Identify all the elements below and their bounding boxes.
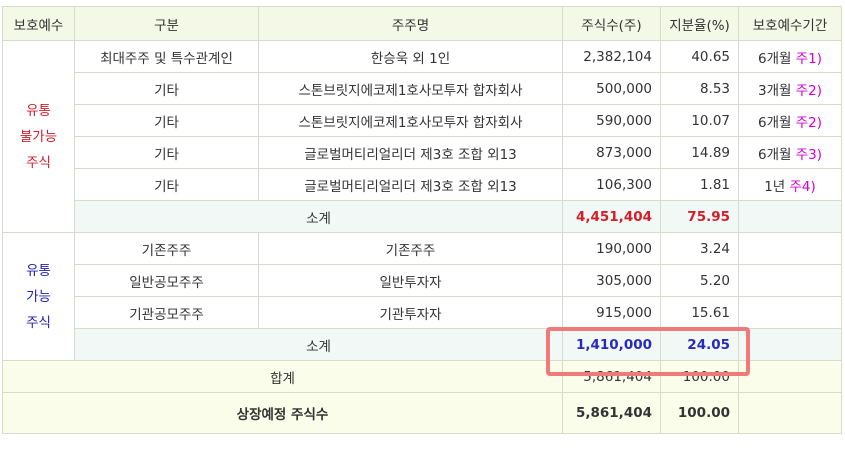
total-label: 합계 — [2, 360, 563, 393]
ratio-cell: 8.53 — [660, 72, 739, 105]
period-text: 1년 — [764, 178, 786, 195]
tradable-group-label: 유통 가능 주식 — [2, 232, 75, 361]
table-row: 기타 스톤브릿지에코제1호사모투자 합자회사 500,000 8.53 3개월 … — [3, 72, 842, 105]
table-row: 일반공모주주 일반투자자 305,000 5.20 — [3, 264, 842, 297]
header-category: 구분 — [74, 6, 259, 41]
table-row: 유통 불가능 주식 최대주주 및 특수관계인 한승욱 외 1인 2,382,10… — [2, 40, 842, 233]
category-cell: 기관공모주주 — [74, 296, 259, 329]
listed-label: 상장예정 주식수 — [2, 392, 563, 434]
period-cell: 6개월 주3) — [738, 136, 842, 169]
subtotal-label: 소계 — [74, 328, 563, 361]
header-holder: 주주명 — [258, 6, 563, 41]
category-cell: 기타 — [74, 72, 259, 105]
period-cell: 6개월 주2) — [738, 104, 842, 137]
period-cell: 3개월 주2) — [738, 72, 842, 105]
period-cell: 6개월 주1) — [738, 40, 842, 73]
category-cell: 기타 — [74, 104, 259, 137]
subtotal-period — [738, 328, 842, 361]
total-shares: 5,861,404 — [562, 360, 661, 393]
ratio-cell: 15.61 — [660, 296, 739, 329]
holder-cell: 스톤브릿지에코제1호사모투자 합자회사 — [258, 104, 563, 137]
period-cell — [738, 296, 842, 329]
category-cell: 일반공모주주 — [74, 264, 259, 297]
ratio-cell: 1.81 — [660, 168, 739, 201]
shares-cell: 873,000 — [562, 136, 661, 169]
listed-period — [738, 392, 842, 434]
period-cell — [738, 232, 842, 265]
note-link[interactable]: 주4) — [790, 179, 816, 195]
category-cell: 기타 — [74, 136, 259, 169]
note-link[interactable]: 주1) — [796, 51, 822, 67]
period-text: 3개월 — [757, 82, 792, 99]
header-lockup: 보호예수 — [2, 6, 75, 41]
subtotal-shares: 4,451,404 — [562, 200, 661, 233]
table-row: 기관공모주주 기관투자자 915,000 15.61 — [3, 296, 842, 329]
period-cell: 1년 주4) — [738, 168, 842, 201]
ratio-cell: 14.89 — [660, 136, 739, 169]
shares-cell: 190,000 — [562, 232, 661, 265]
table-row: 유통 가능 주식 기존주주 기존주주 190,000 3.24 — [2, 232, 842, 361]
listed-row: 상장예정 주식수 5,861,404 100.00 — [2, 392, 842, 434]
period-text: 6개월 — [757, 114, 792, 131]
note-link[interactable]: 주2) — [796, 83, 822, 99]
holder-cell: 글로벌머티리얼리더 제3호 조합 외13 — [258, 136, 563, 169]
subtotal-shares: 1,410,000 — [562, 328, 661, 361]
holder-cell: 스톤브릿지에코제1호사모투자 합자회사 — [258, 72, 563, 105]
period-text: 6개월 — [757, 146, 792, 163]
listed-ratio: 100.00 — [660, 392, 739, 434]
total-row: 합계 5,861,404 100.00 — [2, 360, 842, 393]
period-cell — [738, 264, 842, 297]
holder-cell: 일반투자자 — [258, 264, 563, 297]
lockup-table-container: 보호예수 구분 주주명 주식수(주) 지분율(%) 보호예수기간 유통 불가능 … — [0, 0, 845, 452]
subtotal-label: 소계 — [74, 200, 563, 233]
shares-cell: 106,300 — [562, 168, 661, 201]
holder-cell: 기존주주 — [258, 232, 563, 265]
note-link[interactable]: 주2) — [796, 115, 822, 131]
lockup-table: 보호예수 구분 주주명 주식수(주) 지분율(%) 보호예수기간 유통 불가능 … — [2, 6, 842, 434]
table-row: 기타 글로벌머티리얼리더 제3호 조합 외13 106,300 1.81 1년 … — [3, 168, 842, 201]
shares-cell: 500,000 — [562, 72, 661, 105]
table-row: 기타 글로벌머티리얼리더 제3호 조합 외13 873,000 14.89 6개… — [3, 136, 842, 169]
table-row: 기타 스톤브릿지에코제1호사모투자 합자회사 590,000 10.07 6개월… — [3, 104, 842, 137]
header-row: 보호예수 구분 주주명 주식수(주) 지분율(%) 보호예수기간 — [2, 6, 842, 41]
ratio-cell: 40.65 — [660, 40, 739, 73]
category-cell: 기존주주 — [74, 232, 259, 265]
total-period — [738, 360, 842, 393]
subtotal-ratio: 24.05 — [660, 328, 739, 361]
shares-cell: 915,000 — [562, 296, 661, 329]
holder-cell: 기관투자자 — [258, 296, 563, 329]
shares-cell: 590,000 — [562, 104, 661, 137]
subtotal-period — [738, 200, 842, 233]
ratio-cell: 5.20 — [660, 264, 739, 297]
header-period: 보호예수기간 — [738, 6, 842, 41]
locked-subtotal-row: 소계 4,451,404 75.95 — [3, 200, 842, 233]
tradable-subtotal-row: 소계 1,410,000 24.05 — [3, 328, 842, 361]
holder-cell: 글로벌머티리얼리더 제3호 조합 외13 — [258, 168, 563, 201]
ratio-cell: 3.24 — [660, 232, 739, 265]
shares-cell: 305,000 — [562, 264, 661, 297]
category-cell: 기타 — [74, 168, 259, 201]
holder-cell: 한승욱 외 1인 — [258, 40, 563, 73]
ratio-cell: 10.07 — [660, 104, 739, 137]
header-ratio: 지분율(%) — [660, 6, 739, 41]
note-link[interactable]: 주3) — [796, 147, 822, 163]
total-ratio: 100.00 — [660, 360, 739, 393]
subtotal-ratio: 75.95 — [660, 200, 739, 233]
shares-cell: 2,382,104 — [562, 40, 661, 73]
period-text: 6개월 — [757, 50, 792, 67]
category-cell: 최대주주 및 특수관계인 — [74, 40, 259, 73]
listed-shares: 5,861,404 — [562, 392, 661, 434]
locked-group-label: 유통 불가능 주식 — [2, 40, 75, 233]
header-shares: 주식수(주) — [562, 6, 661, 41]
